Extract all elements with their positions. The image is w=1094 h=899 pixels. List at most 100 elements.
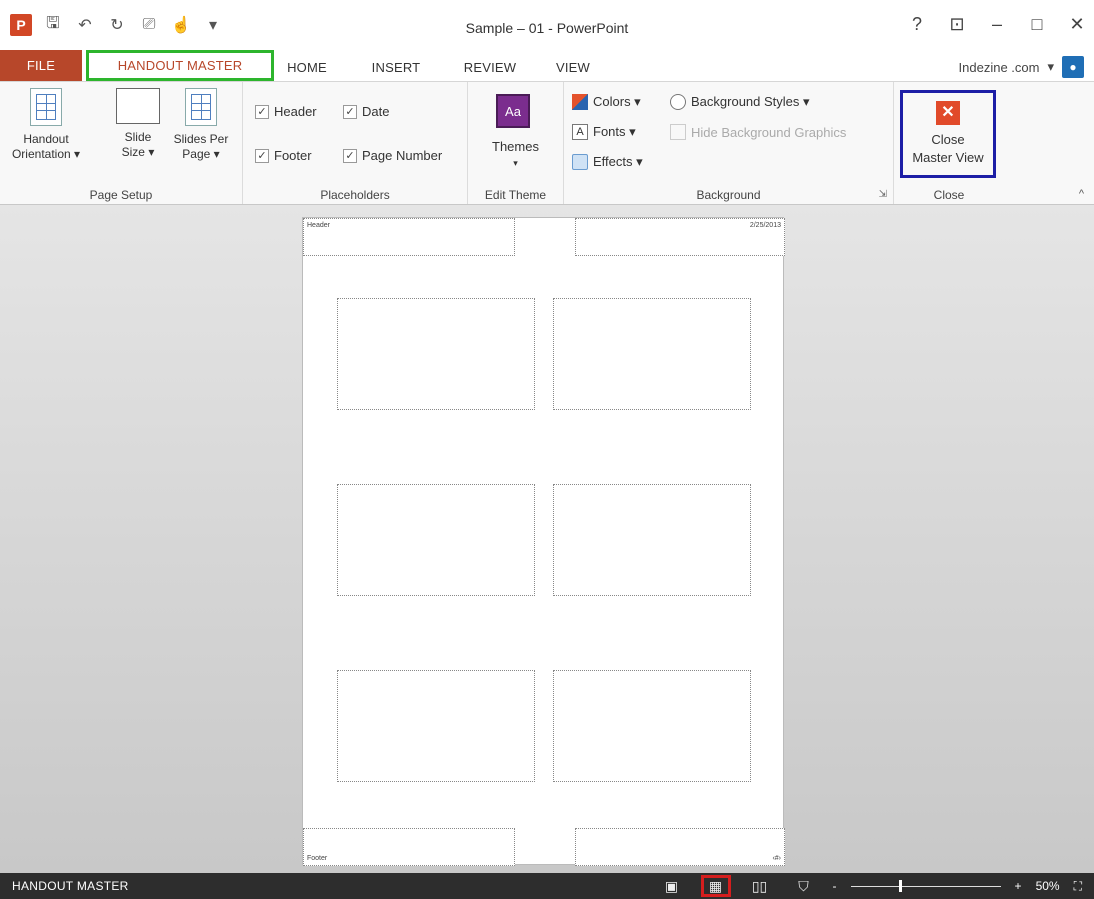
slide-placeholder[interactable] (337, 484, 535, 596)
group-close: ✕ Close Master View Close (894, 82, 1004, 204)
effects-button[interactable]: Effects ▾ (572, 154, 643, 170)
footer-checkbox-label: Footer (274, 148, 312, 163)
colors-icon (572, 94, 588, 110)
status-bar: HANDOUT MASTER ▣ ▦ ▯▯ ⛉ - + 50% ⛶ (0, 873, 1094, 899)
handout-orientation-icon (30, 88, 62, 126)
footer-text: Footer (307, 855, 328, 862)
window-controls: ? ⊡ – □ ✕ (908, 14, 1086, 35)
checkbox-icon (670, 124, 686, 140)
workspace: Header 2/25/2013 Footer ‹#› (0, 205, 1094, 873)
zoom-track (850, 885, 1001, 887)
zoom-in-button[interactable]: + (1015, 879, 1022, 893)
footer-placeholder[interactable]: Footer (303, 828, 515, 866)
slide-size-label: Slide Size ▾ (121, 130, 155, 159)
effects-icon (572, 154, 588, 170)
page-number-placeholder[interactable]: ‹#› (575, 828, 785, 866)
themes-dropdown-icon: ▾ (513, 158, 518, 168)
minimize-button[interactable]: – (988, 14, 1006, 35)
close-window-button[interactable]: ✕ (1068, 14, 1086, 35)
slide-placeholder[interactable] (553, 298, 751, 410)
slideshow-view-icon[interactable]: ⛉ (789, 875, 819, 897)
collapse-ribbon-icon[interactable]: ^ (1079, 188, 1084, 200)
zoom-slider[interactable] (850, 873, 1001, 899)
background-styles-button[interactable]: Background Styles ▾ (670, 94, 810, 110)
close-master-icon: ✕ (936, 101, 960, 125)
themes-button[interactable]: Themes ▾ (468, 139, 563, 171)
date-placeholder[interactable]: 2/25/2013 (575, 218, 785, 256)
fit-slide-icon[interactable]: ⛶ (1074, 879, 1082, 894)
status-controls: ▣ ▦ ▯▯ ⛉ - + 50% ⛶ (657, 873, 1082, 899)
normal-view-icon[interactable]: ▣ (657, 875, 687, 897)
handout-page: Header 2/25/2013 Footer ‹#› (302, 217, 785, 866)
account-name[interactable]: Indezine .com (959, 60, 1040, 75)
slides-per-page-icon (185, 88, 217, 126)
ribbon-tabs: FILE HANDOUT MASTER HOME INSERT REVIEW V… (0, 50, 1094, 81)
colors-label: Colors ▾ (593, 94, 641, 109)
slides-per-page-button[interactable]: Slides Per Page ▾ (164, 88, 238, 162)
page-number-checkbox[interactable]: ✓ Page Number (343, 148, 442, 163)
avatar[interactable]: ● (1062, 56, 1084, 78)
account-dropdown-icon[interactable]: ▾ (1047, 59, 1054, 75)
checkmark-icon: ✓ (343, 148, 357, 163)
tab-handout-master[interactable]: HANDOUT MASTER (86, 50, 274, 81)
tab-review[interactable]: REVIEW (456, 54, 524, 81)
group-label-background: Background (696, 188, 761, 202)
footer-checkbox[interactable]: ✓ Footer (255, 148, 312, 163)
slide-size-button[interactable]: Slide Size ▾ (108, 88, 168, 160)
slide-size-icon (116, 88, 160, 124)
group-label-page-setup: Page Setup (89, 188, 153, 202)
zoom-out-button[interactable]: - (833, 879, 837, 893)
status-mode: HANDOUT MASTER (12, 879, 129, 893)
themes-label: Themes (492, 139, 539, 154)
date-checkbox[interactable]: ✓ Date (343, 104, 389, 119)
header-checkbox[interactable]: ✓ Header (255, 104, 317, 119)
checkmark-icon: ✓ (255, 104, 269, 119)
date-text: 2/25/2013 (749, 222, 781, 229)
tab-insert[interactable]: INSERT (364, 54, 428, 81)
close-master-view-button[interactable]: ✕ Close Master View (900, 90, 996, 178)
tab-file[interactable]: FILE (0, 50, 82, 81)
background-styles-icon (670, 94, 686, 110)
tab-home[interactable]: HOME (282, 54, 332, 81)
slide-placeholder[interactable] (337, 298, 535, 410)
colors-button[interactable]: Colors ▾ (572, 94, 641, 110)
zoom-thumb[interactable] (898, 880, 902, 892)
checkmark-icon: ✓ (255, 148, 269, 163)
date-checkbox-label: Date (362, 104, 390, 119)
account-area[interactable]: Indezine .com ▾ ● (959, 54, 1084, 80)
effects-label: Effects ▾ (593, 154, 643, 169)
header-placeholder[interactable]: Header (303, 218, 515, 256)
maximize-button[interactable]: □ (1028, 14, 1046, 35)
page-number-checkbox-label: Page Number (362, 148, 443, 163)
slide-placeholder[interactable] (553, 670, 751, 782)
handout-orientation-label: Handout Orientation ▾ (11, 132, 81, 161)
checkmark-icon: ✓ (343, 104, 357, 119)
group-edit-theme: Aa Themes ▾ Edit Theme (468, 82, 564, 204)
fonts-icon: A (572, 124, 588, 140)
background-styles-label: Background Styles ▾ (691, 94, 810, 109)
zoom-percent[interactable]: 50% (1036, 879, 1060, 893)
help-icon[interactable]: ? (908, 14, 926, 35)
handout-orientation-button[interactable]: Handout Orientation ▾ (6, 88, 86, 162)
group-label-close: Close (933, 188, 965, 202)
dialog-launcher-icon[interactable]: ⇲ (879, 189, 887, 200)
slide-placeholder[interactable] (553, 484, 751, 596)
group-label-placeholders: Placeholders (320, 188, 390, 202)
hide-background-graphics-checkbox[interactable]: Hide Background Graphics (670, 124, 846, 140)
ribbon-display-options-icon[interactable]: ⊡ (948, 14, 966, 35)
slide-sorter-view-icon[interactable]: ▦ (700, 875, 731, 897)
close-master-view-label: Close Master View (912, 132, 984, 165)
slide-placeholder[interactable] (337, 670, 535, 782)
group-page-setup: Handout Orientation ▾ Slide Size ▾ Slide… (0, 82, 243, 204)
header-text: Header (307, 222, 330, 229)
page-number-text: ‹#› (772, 855, 781, 862)
group-label-edit-theme: Edit Theme (484, 188, 547, 202)
slides-per-page-label: Slides Per Page ▾ (173, 132, 229, 161)
fonts-button[interactable]: A Fonts ▾ (572, 124, 636, 140)
reading-view-icon[interactable]: ▯▯ (745, 875, 775, 897)
header-checkbox-label: Header (274, 104, 317, 119)
themes-icon[interactable]: Aa (496, 94, 530, 128)
group-placeholders: ✓ Header ✓ Date ✓ Footer ✓ Page Number P… (243, 82, 468, 204)
tab-view[interactable]: VIEW (548, 54, 598, 81)
ribbon: Handout Orientation ▾ Slide Size ▾ Slide… (0, 81, 1094, 205)
